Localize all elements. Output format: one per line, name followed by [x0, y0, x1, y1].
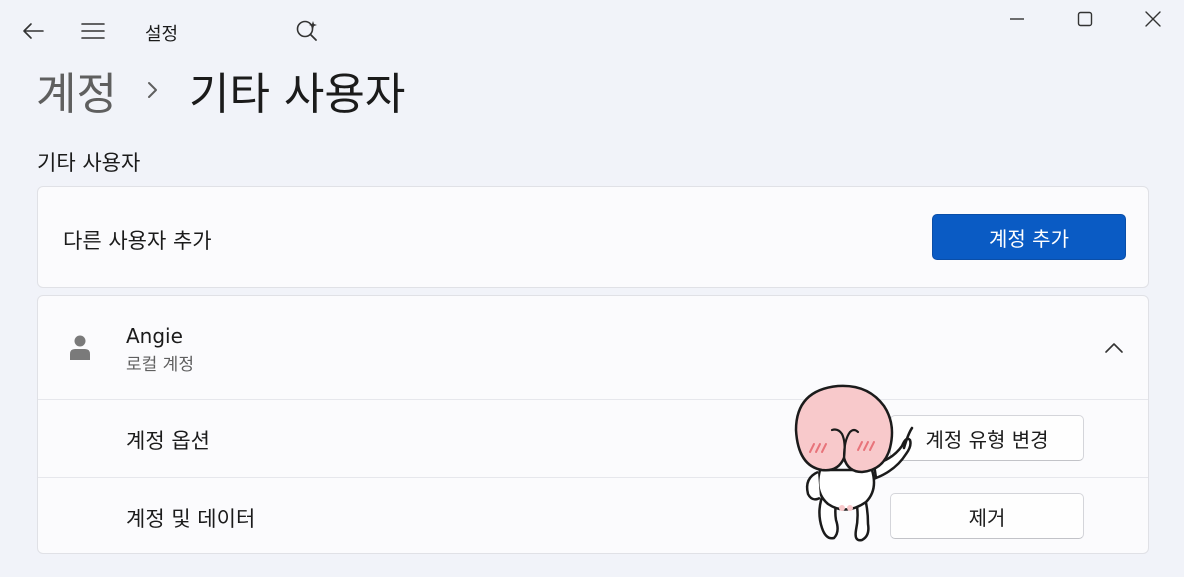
- remove-button[interactable]: 제거: [890, 493, 1084, 539]
- user-card: Angie 로컬 계정 계정 옵션 계정 유형 변경 계정 및 데이터 제거: [37, 295, 1149, 554]
- app-title: 설정: [145, 24, 179, 45]
- peach-sticker: [794, 384, 914, 542]
- back-arrow-icon: [23, 23, 44, 39]
- breadcrumb-parent-link[interactable]: 계정: [36, 58, 117, 122]
- add-account-button[interactable]: 계정 추가: [932, 214, 1126, 260]
- navigation-menu-button[interactable]: [78, 16, 108, 46]
- change-account-type-button[interactable]: 계정 유형 변경: [890, 415, 1084, 461]
- chevron-up-icon[interactable]: [1100, 336, 1128, 360]
- add-user-label: 다른 사용자 추가: [63, 229, 212, 253]
- search-button[interactable]: [292, 16, 322, 46]
- minimize-icon: [1010, 18, 1024, 20]
- back-button[interactable]: [18, 16, 48, 46]
- maximize-icon: [1077, 11, 1093, 27]
- user-account-type: 로컬 계정: [126, 355, 194, 375]
- page-title: 기타 사용자: [188, 69, 406, 120]
- section-title: 기타 사용자: [37, 151, 141, 175]
- maximize-button[interactable]: [1068, 6, 1102, 32]
- account-data-label: 계정 및 데이터: [126, 507, 256, 531]
- add-user-card: 다른 사용자 추가 계정 추가: [37, 186, 1149, 288]
- close-icon: [1145, 11, 1161, 27]
- account-options-label: 계정 옵션: [126, 429, 210, 453]
- minimize-button[interactable]: [1000, 6, 1034, 32]
- breadcrumb: 계정 기타 사용자: [36, 62, 405, 120]
- title-bar: 설정: [0, 0, 1184, 60]
- chevron-right-icon: [147, 80, 159, 100]
- hamburger-menu-icon: [81, 23, 105, 39]
- divider: [38, 477, 1148, 478]
- search-copilot-icon: [296, 20, 317, 41]
- person-icon: [70, 335, 90, 360]
- user-header[interactable]: Angie 로컬 계정: [38, 296, 1148, 399]
- divider: [38, 399, 1148, 400]
- user-name: Angie: [126, 324, 183, 348]
- close-button[interactable]: [1136, 6, 1170, 32]
